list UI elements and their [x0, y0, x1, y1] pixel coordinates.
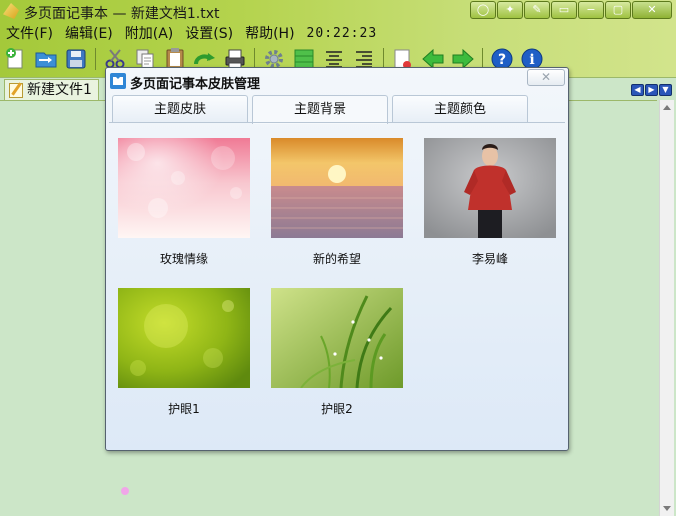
- scroll-up-icon[interactable]: [663, 105, 671, 110]
- tab-theme-background[interactable]: 主题背景: [252, 95, 388, 124]
- open-folder-icon[interactable]: [32, 46, 60, 72]
- skin-chat-button[interactable]: ◯: [470, 1, 496, 19]
- tab-prev-button[interactable]: ◀: [631, 84, 644, 96]
- menu-help[interactable]: 帮助(H): [239, 23, 300, 43]
- menu-file[interactable]: 文件(F): [0, 23, 59, 43]
- decorative-pink-dot: [121, 487, 129, 495]
- man-red-shirt-thumbnail[interactable]: [424, 138, 556, 238]
- title-bar: 多页面记事本 — 新建文档1.txt ◯ ✦ ✎ ▭ − ▢ ✕: [0, 0, 676, 22]
- green-grass-thumbnail[interactable]: [271, 288, 403, 388]
- close-button[interactable]: ✕: [632, 1, 672, 19]
- theme-label: 新的希望: [312, 252, 361, 266]
- menu-addon[interactable]: 附加(A): [119, 23, 180, 43]
- edit-document-icon: [9, 83, 23, 98]
- new-file-icon[interactable]: [2, 46, 30, 72]
- skin-manager-dialog: 多页面记事本皮肤管理 ✕ 主题皮肤 主题背景 主题颜色 玫瑰情缘 新的希望 李易…: [105, 67, 569, 495]
- compact-button[interactable]: ▭: [551, 1, 577, 19]
- pin-button[interactable]: ✎: [524, 1, 550, 19]
- toolbar-separator: [95, 48, 96, 70]
- window-title: 多页面记事本 — 新建文档1.txt: [24, 6, 220, 22]
- green-bokeh-thumbnail[interactable]: [118, 288, 250, 388]
- tab-list-button[interactable]: ▼: [659, 84, 672, 96]
- dialog-shirt-icon: [110, 73, 126, 89]
- document-tab-label: 新建文件1: [27, 82, 92, 98]
- scroll-down-icon[interactable]: [663, 506, 671, 511]
- theme-label: 玫瑰情缘: [159, 252, 208, 266]
- svg-text:i: i: [529, 52, 534, 68]
- dialog-title: 多页面记事本皮肤管理: [130, 77, 261, 92]
- tab-navigation: ◀ ▶ ▼: [631, 84, 672, 96]
- theme-label: 李易峰: [471, 252, 508, 266]
- tab-theme-skin[interactable]: 主题皮肤: [112, 95, 248, 123]
- menu-edit[interactable]: 编辑(E): [59, 23, 119, 43]
- menu-bar: 文件(F) 编辑(E) 附加(A) 设置(S) 帮助(H) 20:22:23: [0, 23, 377, 43]
- dialog-close-button[interactable]: ✕: [527, 69, 565, 86]
- sunset-sea-thumbnail[interactable]: [271, 138, 403, 238]
- theme-item-person[interactable]: 李易峰: [424, 138, 556, 267]
- theme-item-rose[interactable]: 玫瑰情缘: [118, 138, 250, 267]
- maximize-button[interactable]: ▢: [605, 1, 631, 19]
- minimize-button[interactable]: −: [578, 1, 604, 19]
- pink-bokeh-thumbnail[interactable]: [118, 138, 250, 238]
- app-logo-icon: [3, 3, 19, 19]
- theme-label: 护眼1: [168, 402, 200, 416]
- theme-item-eyecare2[interactable]: 护眼2: [271, 288, 403, 417]
- theme-background-panel: 玫瑰情缘 新的希望 李易峰 护眼1 护眼2: [109, 122, 565, 495]
- theme-item-hope[interactable]: 新的希望: [271, 138, 403, 267]
- clock-display: 20:22:23: [306, 25, 378, 41]
- svg-text:?: ?: [498, 52, 506, 68]
- window-controls: ◯ ✦ ✎ ▭ − ▢ ✕: [470, 1, 672, 19]
- skin-shirt-button[interactable]: ✦: [497, 1, 523, 19]
- dialog-tab-bar: 主题皮肤 主题背景 主题颜色: [112, 95, 528, 124]
- tab-theme-color[interactable]: 主题颜色: [392, 95, 528, 123]
- theme-item-eyecare1[interactable]: 护眼1: [118, 288, 250, 417]
- menu-settings[interactable]: 设置(S): [179, 23, 239, 43]
- vertical-scrollbar[interactable]: [659, 100, 674, 516]
- save-icon[interactable]: [62, 46, 90, 72]
- theme-label: 护眼2: [321, 402, 353, 416]
- tab-next-button[interactable]: ▶: [645, 84, 658, 96]
- document-tab[interactable]: 新建文件1: [4, 79, 99, 101]
